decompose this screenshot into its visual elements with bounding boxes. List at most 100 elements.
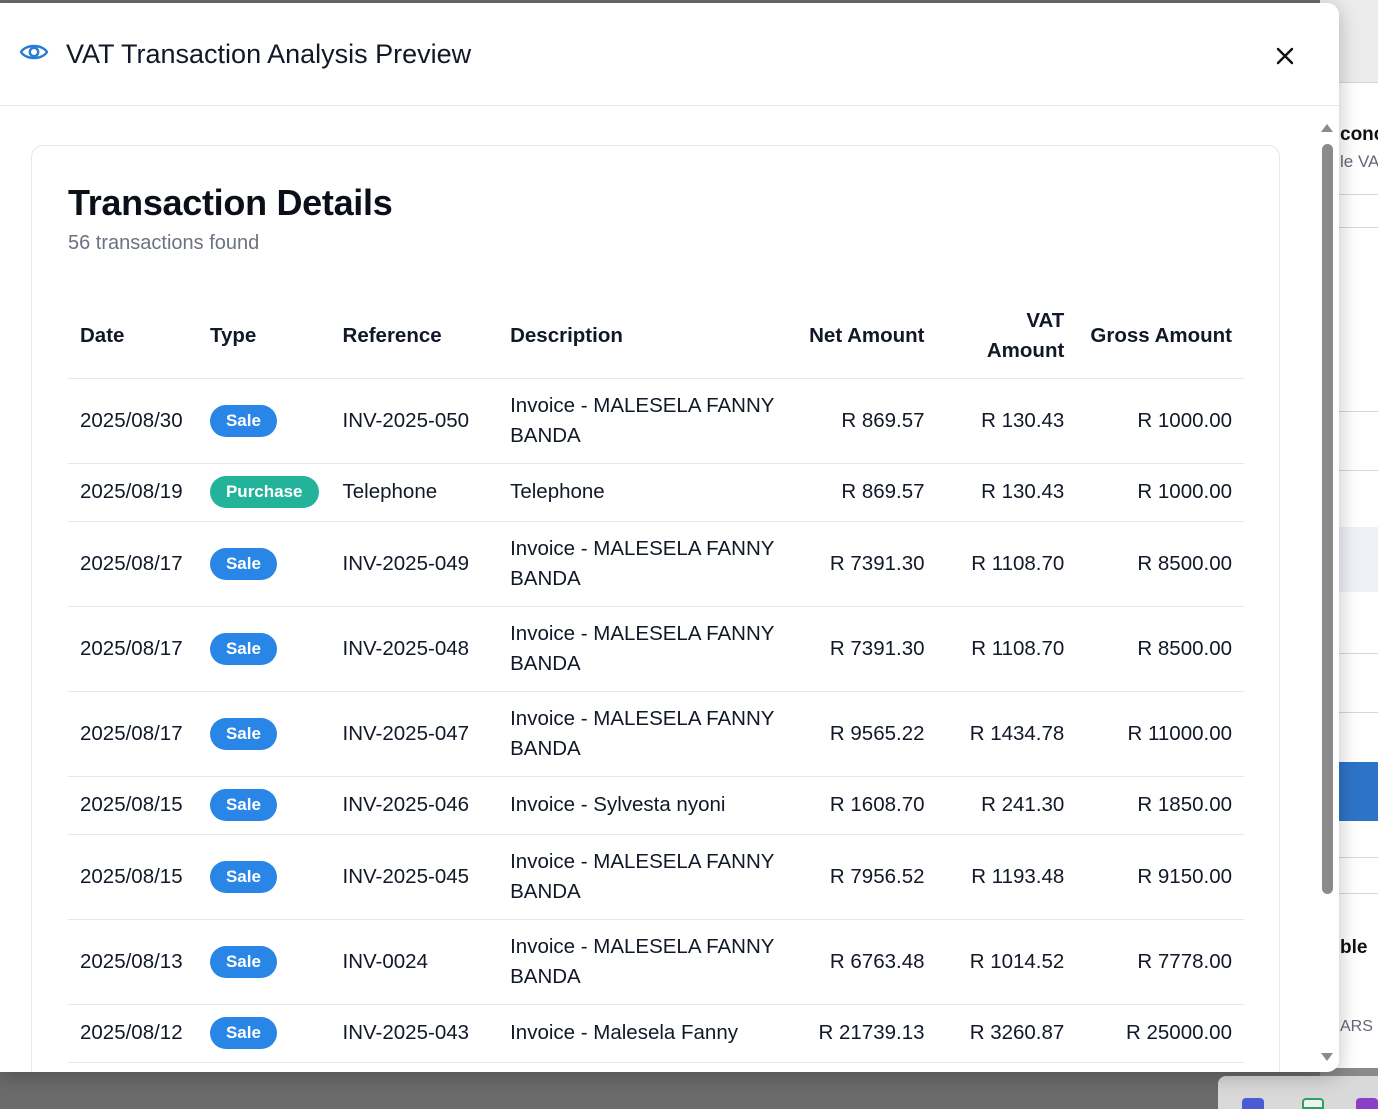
cell-vat-amount: R 1193.48 <box>936 834 1077 920</box>
scroll-down-arrow-icon[interactable] <box>1319 1051 1335 1063</box>
cell-date: 2025/08/17 <box>68 606 198 692</box>
background-label-fragment: ARS <box>1340 1018 1373 1035</box>
type-badge: Sale <box>209 717 277 750</box>
cell-date: 2025/08/15 <box>68 834 198 920</box>
modal-body: Transaction Details 56 transactions foun… <box>0 107 1339 1072</box>
type-badge: Purchase <box>209 476 319 508</box>
column-header-net-amount: Net Amount <box>786 294 937 379</box>
cell-date: 2025/08/17 <box>68 521 198 607</box>
scroll-up-arrow-icon[interactable] <box>1319 121 1335 133</box>
background-heading-fragment: conc <box>1340 124 1378 145</box>
scrollbar-thumb[interactable] <box>1322 144 1333 894</box>
cell-type: Sale <box>197 834 331 920</box>
column-header-vat-amount: VAT Amount <box>936 294 1077 379</box>
cell-gross-amount: R 25000.00 <box>1076 1004 1244 1063</box>
table-row: 2025/08/15 Sale INV-2025-046 Invoice - S… <box>68 776 1244 835</box>
taskbar-app-icon[interactable] <box>1242 1098 1264 1109</box>
type-badge: Sale <box>209 632 277 665</box>
column-header-reference: Reference <box>330 294 499 379</box>
type-badge: Sale <box>209 789 277 821</box>
cell-vat-amount: R 1108.70 <box>936 521 1077 607</box>
cell-date: 2025/08/19 <box>68 463 198 522</box>
cell-vat-amount: R 1434.78 <box>936 691 1077 777</box>
cell-type: Sale <box>197 691 331 777</box>
cell-reference: INV-2025-048 <box>330 606 499 692</box>
cell-vat-amount: R 1108.70 <box>936 606 1077 692</box>
cell-gross-amount: R 8500.00 <box>1076 606 1244 692</box>
table-row: 2025/08/17 Sale INV-2025-047 Invoice - M… <box>68 691 1244 777</box>
modal-title: VAT Transaction Analysis Preview <box>66 39 472 69</box>
cell-type: Sale <box>197 521 331 607</box>
cell-reference: INV-0024 <box>330 919 499 1005</box>
cell-type: Sale <box>197 606 331 692</box>
table-row: 2025/08/17 Sale INV-2025-048 Invoice - M… <box>68 606 1244 692</box>
taskbar-app-icon[interactable] <box>1356 1098 1378 1109</box>
cell-gross-amount: R 1000.00 <box>1076 378 1244 464</box>
cell-vat-amount: R 130.43 <box>936 463 1077 522</box>
cell-reference: INV-2025-043 <box>330 1004 499 1063</box>
table-row: 2025/08/13 Sale INV-0024 Invoice - MALES… <box>68 919 1244 1005</box>
cell-date: 2025/08/30 <box>68 378 198 464</box>
cell-date: 2025/08/12 <box>68 1004 198 1063</box>
cell-description: Invoice - Malesela Fanny <box>498 1004 787 1063</box>
background-heading-fragment: ble <box>1340 937 1368 958</box>
type-badge: Sale <box>209 547 277 580</box>
type-badge: Sale <box>209 1017 277 1049</box>
table-row: 2025/08/19 Purchase Telephone Telephone … <box>68 463 1244 522</box>
cell-net-amount: R 7391.30 <box>786 606 937 692</box>
cell-vat-amount: R 1014.52 <box>936 919 1077 1005</box>
cell-net-amount: R 1608.70 <box>786 776 937 835</box>
cell-type: Sale <box>197 776 331 835</box>
cell-gross-amount: R 7778.00 <box>1076 919 1244 1005</box>
cell-gross-amount: R 11000.00 <box>1076 691 1244 777</box>
cell-date: 2025/08/15 <box>68 776 198 835</box>
close-icon[interactable] <box>1272 43 1298 69</box>
taskbar-app-icon[interactable] <box>1302 1098 1324 1109</box>
cell-net-amount: R 9565.22 <box>786 691 937 777</box>
cell-description: Invoice - MALESELA FANNY BANDA <box>498 919 787 1005</box>
cell-description: Invoice - MALESELA FANNY BANDA <box>498 834 787 920</box>
card-title: Transaction Details <box>68 182 393 223</box>
cell-vat-amount: R 130.43 <box>936 378 1077 464</box>
cell-date: 2025/08/13 <box>68 919 198 1005</box>
cell-net-amount: R 6763.48 <box>786 919 937 1005</box>
cell-gross-amount: R 1000.00 <box>1076 463 1244 522</box>
transaction-details-card: Transaction Details 56 transactions foun… <box>31 145 1280 1072</box>
column-header-type: Type <box>197 294 331 379</box>
column-header-gross-amount: Gross Amount <box>1076 294 1244 379</box>
taskbar <box>1218 1076 1378 1109</box>
eye-icon <box>19 44 49 60</box>
column-header-date: Date <box>68 294 198 379</box>
transactions-table: Date Type Reference Description Net Amou… <box>68 294 1244 1063</box>
cell-reference: INV-2025-050 <box>330 378 499 464</box>
cell-reference: INV-2025-047 <box>330 691 499 777</box>
cell-type: Sale <box>197 919 331 1005</box>
cell-type: Sale <box>197 378 331 464</box>
cell-reference: INV-2025-049 <box>330 521 499 607</box>
cell-description: Invoice - MALESELA FANNY BANDA <box>498 378 787 464</box>
type-badge: Sale <box>209 945 277 978</box>
cell-net-amount: R 21739.13 <box>786 1004 937 1063</box>
background-subtext-fragment: le VA <box>1340 152 1378 171</box>
cell-vat-amount: R 3260.87 <box>936 1004 1077 1063</box>
cell-description: Invoice - MALESELA FANNY BANDA <box>498 606 787 692</box>
transaction-count: 56 transactions found <box>68 232 260 254</box>
type-badge: Sale <box>209 860 277 893</box>
cell-net-amount: R 869.57 <box>786 378 937 464</box>
cell-date: 2025/08/17 <box>68 691 198 777</box>
cell-net-amount: R 869.57 <box>786 463 937 522</box>
type-badge: Sale <box>209 404 277 437</box>
cell-gross-amount: R 1850.00 <box>1076 776 1244 835</box>
cell-type: Purchase <box>197 463 331 522</box>
cell-description: Telephone <box>498 463 787 522</box>
cell-net-amount: R 7391.30 <box>786 521 937 607</box>
cell-gross-amount: R 8500.00 <box>1076 521 1244 607</box>
table-row: 2025/08/15 Sale INV-2025-045 Invoice - M… <box>68 834 1244 920</box>
cell-gross-amount: R 9150.00 <box>1076 834 1244 920</box>
cell-reference: INV-2025-045 <box>330 834 499 920</box>
cell-net-amount: R 7956.52 <box>786 834 937 920</box>
table-header-row: Date Type Reference Description Net Amou… <box>68 294 1244 379</box>
cell-reference: INV-2025-046 <box>330 776 499 835</box>
table-row: 2025/08/17 Sale INV-2025-049 Invoice - M… <box>68 521 1244 607</box>
cell-description: Invoice - MALESELA FANNY BANDA <box>498 521 787 607</box>
